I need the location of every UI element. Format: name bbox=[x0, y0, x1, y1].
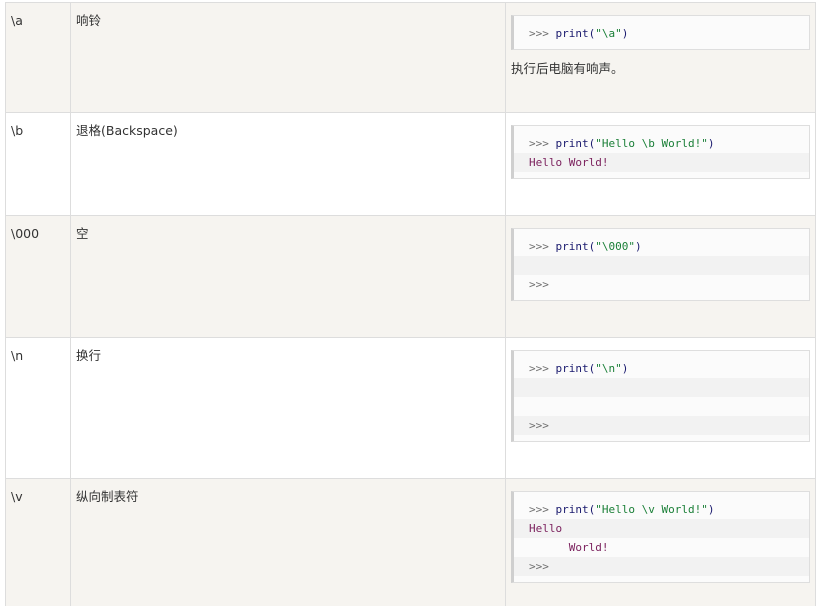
table-row: \v 纵向制表符 >>> print("Hello \v World!") Hello… bbox=[5, 478, 816, 606]
example-note: 执行后电脑有响声。 bbox=[511, 61, 624, 76]
example-cell: >>> print("Hello \b World!") Hello World! bbox=[505, 112, 816, 216]
code-token-prompt: >>> bbox=[529, 503, 556, 516]
code-token-str: "Hello \v World!" bbox=[595, 503, 708, 516]
escape-sequence: \v bbox=[11, 489, 23, 504]
code-line bbox=[514, 378, 809, 397]
code-token-kw: ) bbox=[635, 240, 642, 253]
example-cell: >>> print("\a") 执行后电脑有响声。 bbox=[505, 2, 816, 113]
code-token-prompt: >>> bbox=[529, 137, 556, 150]
escape-sequence: \b bbox=[11, 123, 24, 138]
code-line: Hello World! bbox=[514, 153, 809, 172]
description-cell: 纵向制表符 bbox=[70, 478, 506, 606]
code-line: >>> bbox=[514, 416, 809, 435]
escape-sequence-table: \a 响铃 >>> print("\a") 执行后电脑有响声。 \b 退格(Backspa… bbox=[5, 2, 816, 606]
code-block: >>> print("\000") >>> bbox=[511, 228, 810, 301]
code-token-str: "\a" bbox=[595, 27, 622, 40]
code-token-out: Hello World! bbox=[529, 156, 609, 169]
code-token-prompt: >>> bbox=[529, 362, 556, 375]
code-token-kw: ) bbox=[707, 503, 715, 516]
code-token-kw: print( bbox=[555, 27, 596, 40]
code-token-kw: ) bbox=[707, 137, 715, 150]
code-block: >>> print("Hello \b World!") Hello World! bbox=[511, 125, 810, 179]
code-token-kw: ) bbox=[621, 27, 629, 40]
code-token-kw: print( bbox=[555, 137, 596, 150]
code-token-prompt: >>> bbox=[529, 27, 556, 40]
code-token-kw: ) bbox=[621, 362, 629, 375]
code-token-str: "Hello \b World!" bbox=[595, 137, 708, 150]
code-token-str: "\n" bbox=[595, 362, 622, 375]
escape-sequence-cell: \a bbox=[5, 2, 71, 113]
description-cell: 空 bbox=[70, 215, 506, 338]
escape-sequence: \000 bbox=[11, 226, 40, 241]
code-line: >>> print("\000") bbox=[514, 237, 809, 256]
description-cell: 退格(Backspace) bbox=[70, 112, 506, 216]
code-token-prompt: >>> bbox=[529, 278, 549, 291]
code-token-kw: print( bbox=[555, 240, 596, 253]
description-cell: 换行 bbox=[70, 337, 506, 479]
code-line: >>> print("Hello \v World!") bbox=[514, 500, 809, 519]
code-token-kw: print( bbox=[555, 362, 596, 375]
example-cell: >>> print("\000") >>> bbox=[505, 215, 816, 338]
escape-sequence: \a bbox=[11, 13, 23, 28]
code-token-prompt: >>> bbox=[529, 240, 556, 253]
description: 响铃 bbox=[76, 13, 102, 28]
description: 纵向制表符 bbox=[76, 489, 139, 504]
table-row: \000 空 >>> print("\000") >>> bbox=[5, 215, 816, 338]
code-block: >>> print("Hello \v World!") Hello World!… bbox=[511, 491, 810, 583]
table-row: \b 退格(Backspace) >>> print("Hello \b World… bbox=[5, 112, 816, 216]
table-row: \a 响铃 >>> print("\a") 执行后电脑有响声。 bbox=[5, 2, 816, 113]
example-cell: >>> print("\n") >>> bbox=[505, 337, 816, 479]
code-line: >>> bbox=[514, 557, 809, 576]
description: 换行 bbox=[76, 348, 102, 363]
code-line: >>> bbox=[514, 275, 809, 294]
code-line: World! bbox=[514, 538, 809, 557]
table-body: \a 响铃 >>> print("\a") 执行后电脑有响声。 \b 退格(Backspa… bbox=[5, 2, 816, 606]
code-line: Hello bbox=[514, 519, 809, 538]
description: 空 bbox=[76, 226, 89, 241]
code-line: >>> print("\a") bbox=[514, 24, 809, 43]
code-line: >>> print("Hello \b World!") bbox=[514, 134, 809, 153]
code-line bbox=[514, 256, 809, 275]
page: \a 响铃 >>> print("\a") 执行后电脑有响声。 \b 退格(Backspa… bbox=[0, 0, 819, 606]
description-cell: 响铃 bbox=[70, 2, 506, 113]
escape-sequence-cell: \b bbox=[5, 112, 71, 216]
code-token-str: "\000" bbox=[595, 240, 635, 253]
code-line: >>> print("\n") bbox=[514, 359, 809, 378]
escape-sequence-cell: \n bbox=[5, 337, 71, 479]
escape-sequence-cell: \v bbox=[5, 478, 71, 606]
code-token-prompt: >>> bbox=[529, 419, 549, 432]
code-token-out: Hello bbox=[529, 522, 563, 535]
escape-sequence: \n bbox=[11, 348, 24, 363]
code-block: >>> print("\a") bbox=[511, 15, 810, 50]
example-cell: >>> print("Hello \v World!") Hello World!… bbox=[505, 478, 816, 606]
description: 退格(Backspace) bbox=[76, 123, 178, 138]
code-token-out: World! bbox=[529, 541, 609, 554]
code-token-prompt: >>> bbox=[529, 560, 549, 573]
code-block: >>> print("\n") >>> bbox=[511, 350, 810, 442]
code-token-kw: print( bbox=[555, 503, 596, 516]
escape-sequence-cell: \000 bbox=[5, 215, 71, 338]
table-row: \n 换行 >>> print("\n") >>> bbox=[5, 337, 816, 479]
